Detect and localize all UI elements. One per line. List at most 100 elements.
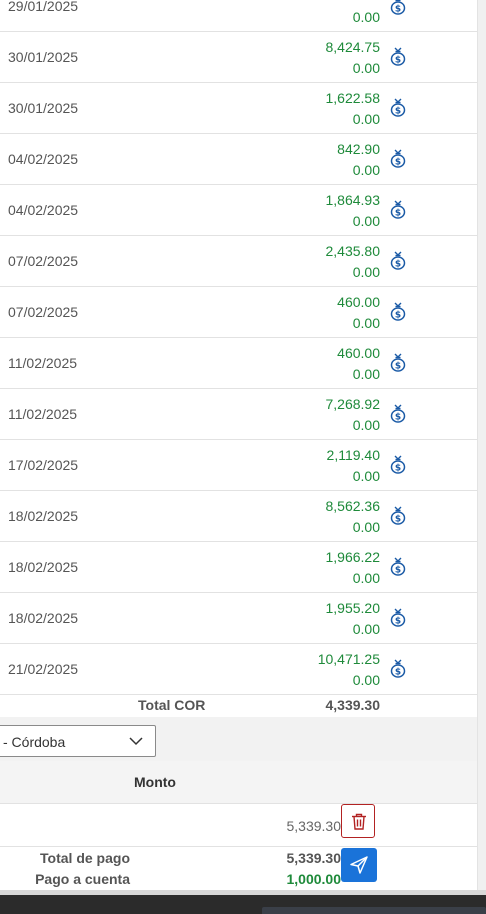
column-header-monto: Monto — [134, 774, 176, 790]
taskbar-window-highlight[interactable] — [262, 907, 486, 914]
row-balance: 0.00 — [352, 162, 380, 178]
svg-text:$: $ — [395, 413, 401, 423]
payment-amount[interactable]: 5,339.30 — [287, 818, 342, 834]
row-date: 07/02/2025 — [8, 304, 79, 320]
svg-text:$: $ — [395, 362, 401, 372]
row-balance: 0.00 — [352, 468, 380, 484]
money-bag-icon[interactable]: $ — [389, 607, 407, 627]
payment-row: 5,339.30 — [0, 803, 478, 847]
money-bag-icon[interactable]: $ — [389, 403, 407, 423]
row-date: 04/02/2025 — [8, 151, 79, 167]
table-row: 18/02/2025 1,966.22 0.00 $ — [0, 542, 478, 593]
svg-text:$: $ — [395, 515, 401, 525]
money-bag-icon[interactable]: $ — [389, 301, 407, 321]
svg-text:$: $ — [395, 107, 401, 117]
send-payment-button[interactable] — [341, 848, 377, 882]
money-bag-icon[interactable]: $ — [389, 46, 407, 66]
table-row: 21/02/2025 10,471.25 0.00 $ — [0, 644, 478, 695]
row-balance: 0.00 — [352, 315, 380, 331]
row-amount: 460.00 — [337, 345, 380, 361]
row-balance: 0.00 — [352, 672, 380, 688]
row-date: 18/02/2025 — [8, 610, 79, 626]
row-amount: 2,119.40 — [326, 447, 380, 463]
total-row: Total COR 4,339.30 — [0, 695, 478, 718]
svg-text:$: $ — [395, 464, 401, 474]
svg-text:$: $ — [395, 209, 401, 219]
payments-panel: 29/01/2025 0.00 $30/01/2025 8,424.75 0.00 $30… — [0, 0, 478, 895]
money-bag-icon[interactable]: $ — [389, 148, 407, 168]
table-row: 04/02/2025 1,864.93 0.00 $ — [0, 185, 478, 236]
money-bag-icon[interactable]: $ — [389, 0, 407, 15]
row-amount: 2,435.80 — [325, 243, 381, 259]
row-date: 17/02/2025 — [8, 457, 79, 473]
payment-summary: Total de pago 5,339.30 Pago a cuenta 1,0… — [0, 846, 478, 890]
total-payment-value: 5,339.30 — [286, 850, 342, 866]
row-date: 30/01/2025 — [8, 49, 79, 65]
row-date: 30/01/2025 — [8, 100, 79, 116]
svg-text:$: $ — [395, 56, 401, 66]
svg-text:$: $ — [395, 668, 401, 678]
svg-text:$: $ — [395, 566, 401, 576]
row-date: 11/02/2025 — [8, 406, 78, 422]
total-payment-label: Total de pago — [40, 850, 130, 866]
table-row: 30/01/2025 1,622.58 0.00 $ — [0, 83, 478, 134]
row-date: 07/02/2025 — [8, 253, 79, 269]
row-date: 21/02/2025 — [8, 661, 79, 677]
row-balance: 0.00 — [352, 60, 380, 76]
money-bag-icon[interactable]: $ — [389, 97, 407, 117]
money-bag-icon[interactable]: $ — [389, 250, 407, 270]
table-row: 18/02/2025 1,955.20 0.00 $ — [0, 593, 478, 644]
row-amount: 8,562.36 — [325, 498, 381, 514]
row-balance: 0.00 — [352, 519, 380, 535]
row-amount: 460.00 — [337, 294, 380, 310]
row-date: 29/01/2025 — [8, 0, 79, 14]
scrollbar[interactable] — [477, 0, 486, 895]
row-balance: 0.00 — [352, 264, 380, 280]
row-date: 04/02/2025 — [8, 202, 79, 218]
row-amount: 1,966.22 — [325, 549, 381, 565]
row-balance: 0.00 — [352, 570, 380, 586]
svg-text:$: $ — [395, 5, 401, 15]
currency-select[interactable]: - Córdoba — [0, 725, 156, 757]
svg-text:$: $ — [395, 311, 401, 321]
svg-text:$: $ — [395, 158, 401, 168]
row-balance: 0.00 — [352, 366, 380, 382]
money-bag-icon[interactable]: $ — [389, 505, 407, 525]
row-balance: 0.00 — [352, 111, 380, 127]
money-bag-icon[interactable]: $ — [389, 352, 407, 372]
send-icon — [350, 856, 368, 874]
row-date: 11/02/2025 — [8, 355, 78, 371]
chevron-down-icon — [129, 737, 143, 746]
table-row: 11/02/2025 7,268.92 0.00 $ — [0, 389, 478, 440]
row-amount: 842.90 — [337, 141, 380, 157]
row-amount: 1,955.20 — [325, 600, 381, 616]
row-amount: 1,864.93 — [325, 192, 381, 208]
currency-select-value: - Córdoba — [3, 734, 66, 750]
table-row: 29/01/2025 0.00 $ — [0, 0, 478, 32]
table-row: 04/02/2025 842.90 0.00 $ — [0, 134, 478, 185]
row-balance: 0.00 — [352, 621, 380, 637]
money-bag-icon[interactable]: $ — [389, 658, 407, 678]
money-bag-icon[interactable]: $ — [389, 556, 407, 576]
table-row: 18/02/2025 8,562.36 0.00 $ — [0, 491, 478, 542]
money-bag-icon[interactable]: $ — [389, 199, 407, 219]
taskbar — [0, 895, 486, 914]
table-row: 07/02/2025 460.00 0.00 $ — [0, 287, 478, 338]
table-row: 07/02/2025 2,435.80 0.00 $ — [0, 236, 478, 287]
row-amount: 10,471.25 — [317, 651, 380, 667]
trash-icon — [352, 813, 366, 830]
row-balance: 0.00 — [352, 417, 380, 433]
svg-text:$: $ — [395, 617, 401, 627]
svg-text:$: $ — [395, 260, 401, 270]
row-balance: 0.00 — [352, 213, 380, 229]
row-date: 18/02/2025 — [8, 559, 79, 575]
money-bag-icon[interactable]: $ — [389, 454, 407, 474]
row-amount: 8,424.75 — [325, 39, 381, 55]
row-amount: 7,268.92 — [325, 396, 381, 412]
payment-table-header: Monto — [0, 761, 478, 804]
account-payment-value: 1,000.00 — [286, 871, 342, 887]
delete-payment-button[interactable] — [341, 804, 375, 838]
table-row: 17/02/2025 2,119.40 0.00 $ — [0, 440, 478, 491]
row-balance: 0.00 — [352, 9, 380, 25]
account-payment-label: Pago a cuenta — [35, 871, 130, 887]
